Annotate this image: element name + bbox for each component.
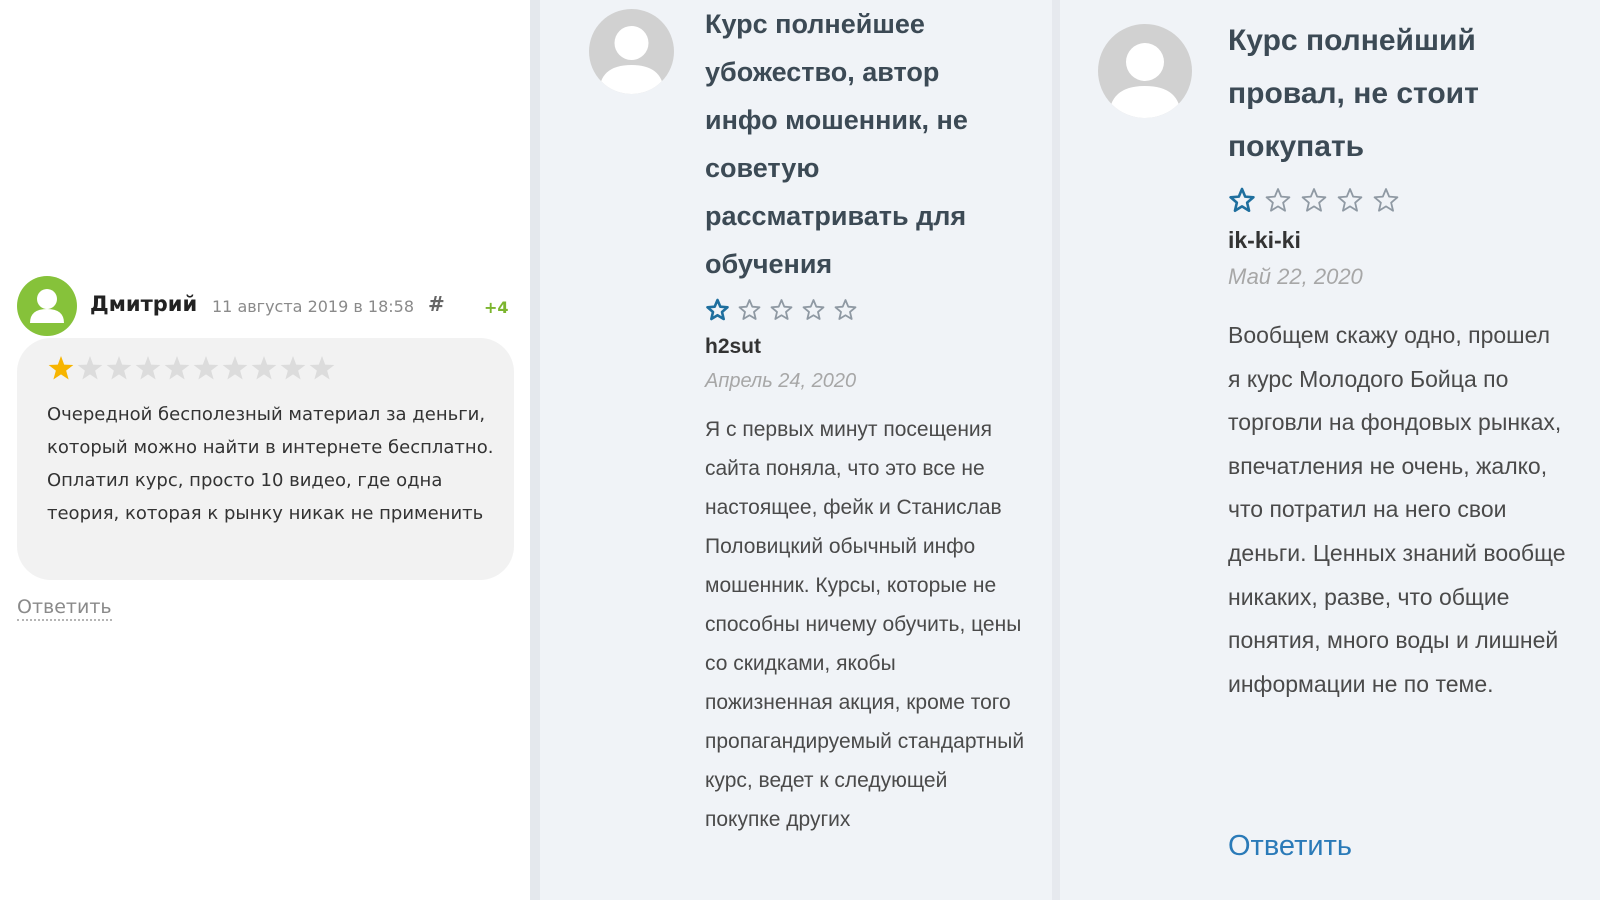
star-filled-icon xyxy=(706,298,729,321)
star-empty-icon xyxy=(222,356,248,380)
default-avatar-icon xyxy=(589,9,674,94)
review-panel-3: Курс полнейший провал, не стоит покупать… xyxy=(1060,0,1600,900)
star-empty-icon xyxy=(106,356,132,380)
star-empty-icon xyxy=(770,299,793,320)
star-empty-icon xyxy=(164,356,190,380)
star-empty-icon xyxy=(738,299,761,320)
star-empty-icon xyxy=(834,299,857,320)
star-empty-icon xyxy=(193,356,219,380)
review-date: Апрель 24, 2020 xyxy=(705,370,857,392)
star-empty-icon xyxy=(1301,188,1327,212)
user-avatar-icon[interactable] xyxy=(17,276,77,336)
comment-text: Очередной бесполезный материал за деньги… xyxy=(47,404,494,524)
review-body: Вообщем скажу одно, прошел я курс Молодо… xyxy=(1228,322,1566,697)
review-author: ik-ki-ki xyxy=(1228,227,1301,253)
review-panel-1: Дмитрий 11 августа 2019 в 18:58 # +4 Оче… xyxy=(0,0,530,900)
star-rating xyxy=(1228,186,1400,214)
star-rating xyxy=(47,353,337,383)
star-empty-icon xyxy=(251,356,277,380)
star-empty-icon xyxy=(1337,188,1363,212)
star-rating xyxy=(705,297,858,322)
star-empty-icon xyxy=(1373,188,1399,212)
comment-date: 11 августа 2019 в 18:58 xyxy=(212,297,414,316)
star-empty-icon xyxy=(802,299,825,320)
star-empty-icon xyxy=(280,356,306,380)
review-panel-2: Курс полнейшее убожество, автор инфо мош… xyxy=(530,0,1060,900)
author-name[interactable]: Дмитрий xyxy=(90,292,197,316)
star-filled-icon xyxy=(1229,187,1255,213)
star-filled-icon xyxy=(48,356,74,380)
review-title: Курс полнейшее убожество, автор инфо мош… xyxy=(705,9,968,279)
star-empty-icon xyxy=(1265,188,1291,212)
review-title: Курс полнейший провал, не стоит покупать xyxy=(1228,24,1479,163)
reply-link[interactable]: Ответить xyxy=(17,596,112,621)
default-avatar-icon xyxy=(1098,24,1192,118)
reply-link[interactable]: Ответить xyxy=(1228,830,1352,863)
review-author: h2sut xyxy=(705,335,762,358)
review-date: Май 22, 2020 xyxy=(1228,264,1363,289)
permalink-hash[interactable]: # xyxy=(428,292,445,316)
comment-bubble: Очередной бесполезный материал за деньги… xyxy=(17,338,514,580)
star-empty-icon xyxy=(135,356,161,380)
review-body: Я с первых минут посещения сайта поняла,… xyxy=(705,418,1025,831)
vote-count: +4 xyxy=(484,298,509,317)
star-empty-icon xyxy=(77,356,103,380)
star-empty-icon xyxy=(309,356,335,380)
